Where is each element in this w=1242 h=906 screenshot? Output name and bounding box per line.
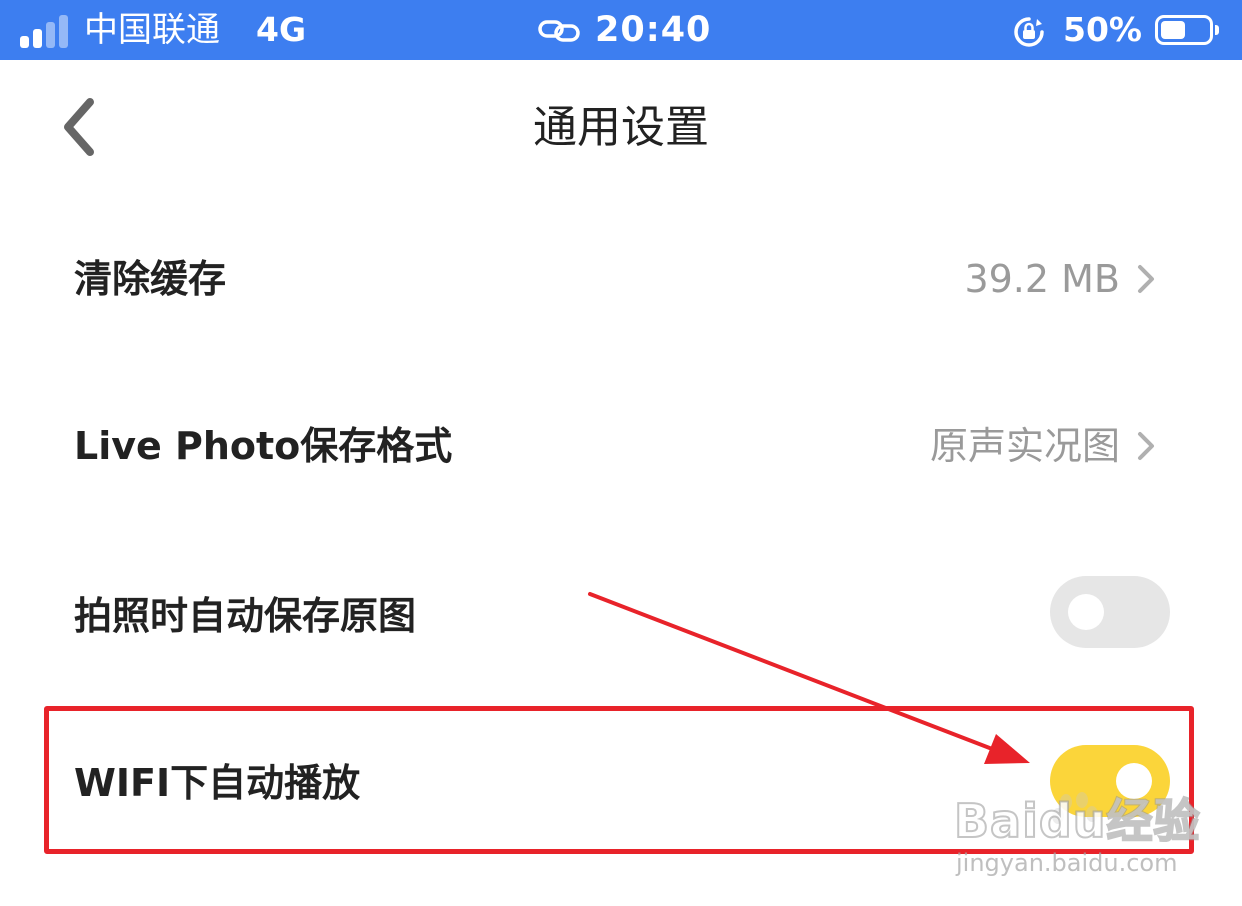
- clock-time: 20:40: [595, 10, 712, 50]
- clear-cache-row[interactable]: 清除缓存 39.2 MB: [0, 208, 1242, 348]
- toggle-knob: [1068, 594, 1104, 630]
- rotation-lock-icon: [1014, 17, 1044, 47]
- auto-save-original-toggle[interactable]: [1050, 576, 1170, 648]
- network-type: 4G: [256, 10, 307, 49]
- battery-icon: [1155, 15, 1219, 45]
- chevron-right-icon: [1138, 432, 1154, 460]
- live-photo-format-label: Live Photo保存格式: [74, 424, 453, 468]
- page-title: 通用设置: [533, 102, 709, 153]
- watermark-brand: Baidu经验: [953, 794, 1201, 848]
- cache-size-value: 39.2 MB: [964, 257, 1120, 301]
- auto-save-original-label: 拍照时自动保存原图: [74, 594, 417, 638]
- status-bar: 中国联通 4G 20:40 50%: [0, 0, 1242, 60]
- chevron-right-icon: [1138, 265, 1154, 293]
- live-photo-format-row[interactable]: Live Photo保存格式 原声实况图: [0, 376, 1242, 516]
- auto-save-original-row: 拍照时自动保存原图: [0, 544, 1242, 684]
- signal-strength-icon: [20, 14, 72, 48]
- link-icon: [538, 20, 580, 42]
- clear-cache-label: 清除缓存: [74, 257, 227, 301]
- carrier-name: 中国联通: [84, 10, 220, 50]
- battery-percent: 50%: [1063, 10, 1142, 49]
- settings-screen: 中国联通 4G 20:40 50% 通用设置 清除缓存 39.2 MB Live…: [0, 0, 1242, 906]
- live-photo-format-value: 原声实况图: [929, 424, 1120, 468]
- watermark-url: jingyan.baidu.com: [956, 849, 1178, 877]
